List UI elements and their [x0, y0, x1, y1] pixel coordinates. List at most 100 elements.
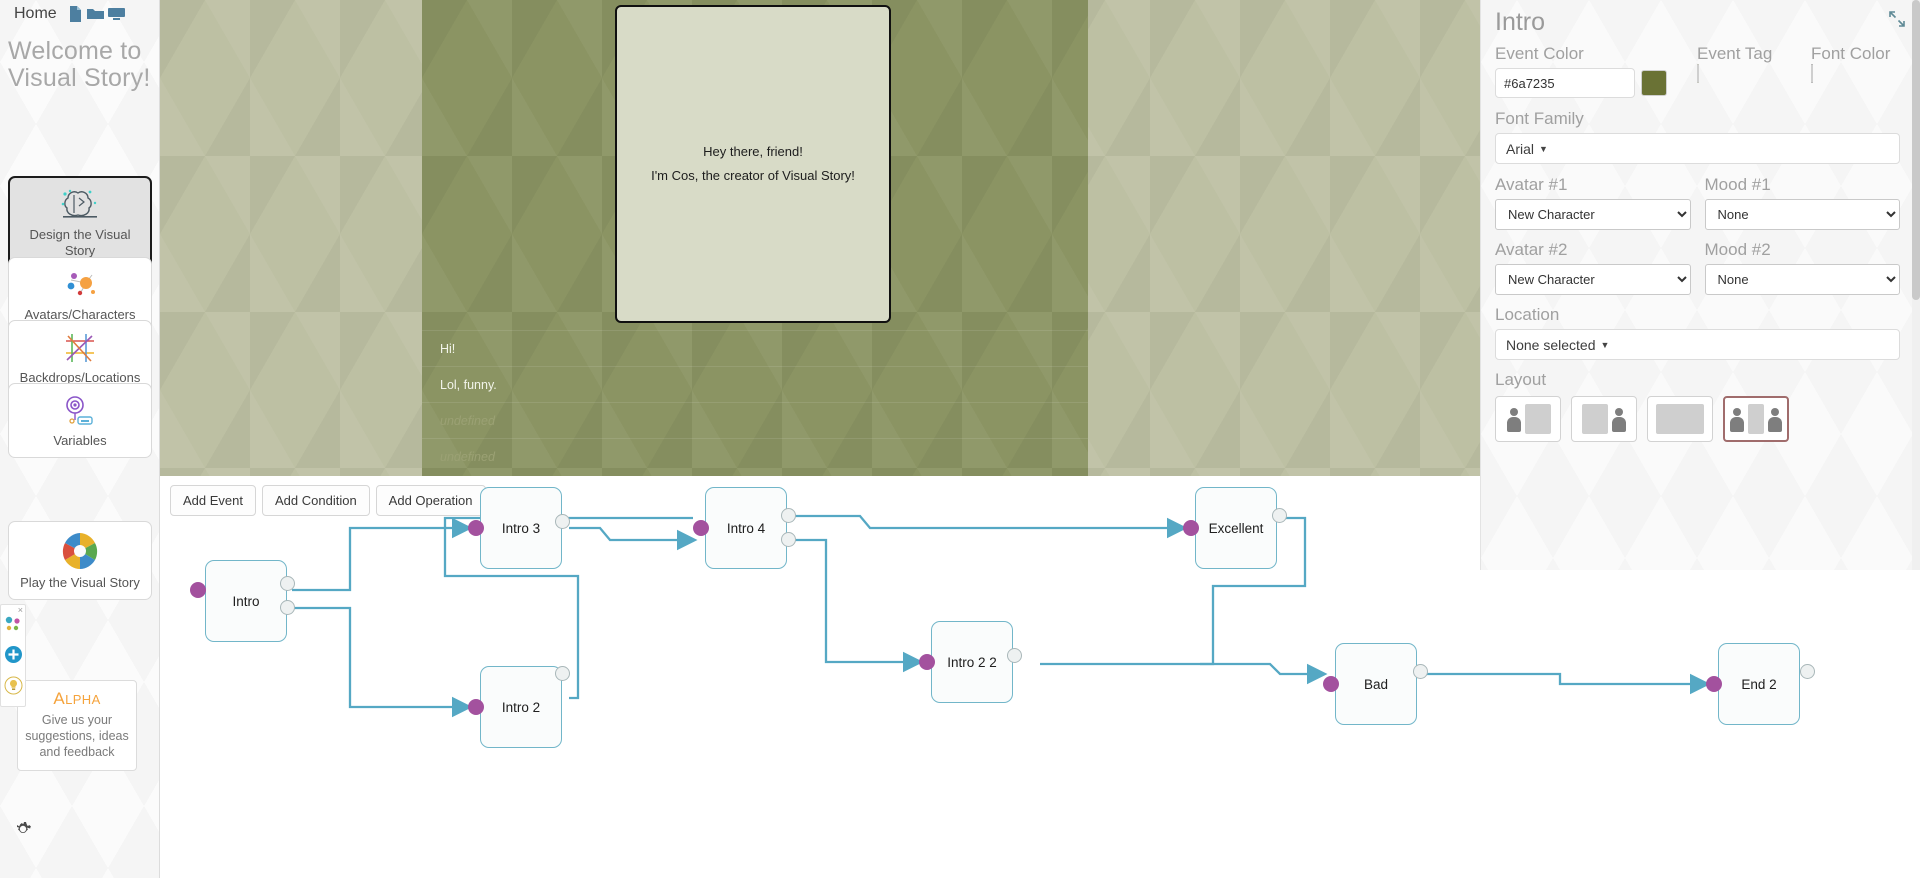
graph-node-intro-2-2[interactable]: Intro 2 2 [931, 621, 1013, 703]
avatar2-select[interactable]: New Character [1495, 264, 1691, 295]
node-output-port[interactable] [555, 666, 570, 681]
sidebar-item-design[interactable]: Design the Visual Story [8, 176, 152, 269]
scrollbar-thumb[interactable] [1912, 0, 1920, 300]
layout-group: Layout [1495, 369, 1900, 442]
person-figure-icon [1506, 406, 1522, 432]
avatar2-label: Avatar #2 [1495, 240, 1568, 259]
avatar1-mood1-row: Avatar #1 New Character Mood #1 None [1495, 174, 1900, 230]
event-color-input[interactable] [1495, 68, 1635, 98]
node-output-port[interactable] [280, 576, 295, 591]
node-output-port[interactable] [280, 600, 295, 615]
dialog-line: Hey there, friend! [703, 144, 803, 159]
person-figure-icon [1729, 406, 1745, 432]
node-input-port[interactable] [1183, 520, 1199, 536]
node-input-port[interactable] [1706, 676, 1722, 692]
home-icon-group [67, 5, 126, 23]
mood1-select[interactable]: None [1704, 199, 1900, 230]
inspector-scrollbar[interactable] [1912, 0, 1920, 570]
graph-node-label: Intro [232, 593, 260, 609]
brain-design-icon [10, 185, 150, 225]
text-box-shape [1524, 404, 1551, 434]
sidebar-item-variables-label: Variables [53, 433, 107, 448]
mood2-select[interactable]: None [1704, 264, 1900, 295]
node-output-port[interactable] [1800, 664, 1815, 679]
event-color-label: Event Color [1495, 44, 1584, 63]
event-tag-swatch[interactable] [1697, 64, 1699, 83]
mood2-group: Mood #2 None [1704, 239, 1900, 295]
preview-stage[interactable]: Hey there, friend! I'm Cos, the creator … [422, 0, 1088, 476]
node-output-port[interactable] [1272, 508, 1287, 523]
text-box-shape [1748, 404, 1764, 434]
open-folder-icon[interactable] [86, 5, 105, 23]
chevron-down-icon: ▼ [1539, 143, 1548, 154]
new-file-icon[interactable] [67, 5, 84, 23]
history-row[interactable]: Lol, funny. [422, 366, 1088, 402]
font-color-swatch[interactable] [1811, 64, 1813, 83]
characters-network-icon [9, 265, 151, 305]
layout-option-person-left-box-right[interactable] [1495, 396, 1561, 442]
graph-node-intro-2[interactable]: Intro 2 [480, 666, 562, 748]
graph-node-label: Intro 2 2 [947, 654, 997, 670]
node-input-port[interactable] [468, 520, 484, 536]
expand-arrows-icon[interactable] [1888, 10, 1906, 33]
present-screen-icon[interactable] [107, 5, 126, 23]
node-input-port[interactable] [919, 654, 935, 670]
layout-option-two-persons-box[interactable] [1723, 396, 1789, 442]
graph-node-intro[interactable]: Intro [205, 560, 287, 642]
node-output-port[interactable] [555, 514, 570, 529]
location-dropdown[interactable]: None selected ▼ [1495, 329, 1900, 360]
location-value: None selected [1506, 336, 1596, 353]
graph-node-label: Intro 3 [501, 520, 541, 536]
avatar2-mood2-row: Avatar #2 New Character Mood #2 None [1495, 239, 1900, 295]
add-plus-icon[interactable] [4, 645, 23, 669]
history-row-text: Hi! [440, 341, 456, 356]
graph-node-excellent[interactable]: Excellent [1195, 487, 1277, 569]
graph-node-label: Excellent [1208, 520, 1264, 536]
graph-node-intro-3[interactable]: Intro 3 [480, 487, 562, 569]
font-family-dropdown[interactable]: Arial ▼ [1495, 133, 1900, 164]
history-row-text: undefined [440, 449, 495, 464]
close-icon[interactable]: × [18, 605, 23, 615]
sidebar-item-play[interactable]: Play the Visual Story [8, 521, 152, 600]
node-input-port[interactable] [693, 520, 709, 536]
graph-node-bad[interactable]: Bad [1335, 643, 1417, 725]
node-input-port[interactable] [1323, 676, 1339, 692]
layout-option-box-left-person-right[interactable] [1571, 396, 1637, 442]
dialog-line: I'm Cos, the creator of Visual Story! [651, 168, 855, 183]
preview-stage-wrapper: Hey there, friend! I'm Cos, the creator … [160, 0, 1480, 476]
node-output-port[interactable] [781, 532, 796, 547]
mood2-label: Mood #2 [1704, 240, 1771, 259]
lightbulb-icon[interactable] [4, 676, 23, 700]
share-nodes-icon[interactable] [4, 615, 22, 638]
node-input-port[interactable] [190, 582, 206, 598]
history-row-text: Lol, funny. [440, 377, 497, 392]
history-row[interactable]: Hi! [422, 330, 1088, 366]
avatar1-select[interactable]: New Character [1495, 199, 1691, 230]
gear-icon[interactable] [10, 816, 36, 842]
node-output-port[interactable] [1007, 648, 1022, 663]
alpha-feedback-card[interactable]: ALPHA Give us your suggestions, ideas an… [17, 680, 137, 771]
sidebar-item-variables[interactable]: Variables [8, 383, 152, 458]
variable-target-icon [9, 391, 151, 431]
layout-label: Layout [1495, 370, 1547, 389]
location-label: Location [1495, 305, 1560, 324]
node-output-port[interactable] [1413, 664, 1428, 679]
text-box-shape [1656, 404, 1704, 434]
alpha-title: ALPHA [53, 689, 101, 708]
event-color-group: Event Color [1495, 43, 1681, 98]
welcome-title: Welcome to Visual Story! [8, 37, 151, 92]
layout-option-box-only[interactable] [1647, 396, 1713, 442]
history-row[interactable]: undefined [422, 438, 1088, 474]
graph-node-end-2[interactable]: End 2 [1718, 643, 1800, 725]
home-link[interactable]: Home [14, 5, 57, 23]
history-row[interactable]: undefined [422, 402, 1088, 438]
dialog-box[interactable]: Hey there, friend! I'm Cos, the creator … [615, 5, 891, 323]
inspector-color-row: Event Color Event Tag Font Color [1495, 43, 1900, 98]
font-family-value: Arial [1506, 140, 1535, 157]
alpha-text: Give us your suggestions, ideas and feed… [25, 713, 129, 759]
node-input-port[interactable] [468, 699, 484, 715]
node-output-port[interactable] [781, 508, 796, 523]
graph-node-intro-4[interactable]: Intro 4 [705, 487, 787, 569]
graph-node-label: Intro 4 [726, 520, 766, 536]
event-color-swatch[interactable] [1641, 70, 1667, 96]
